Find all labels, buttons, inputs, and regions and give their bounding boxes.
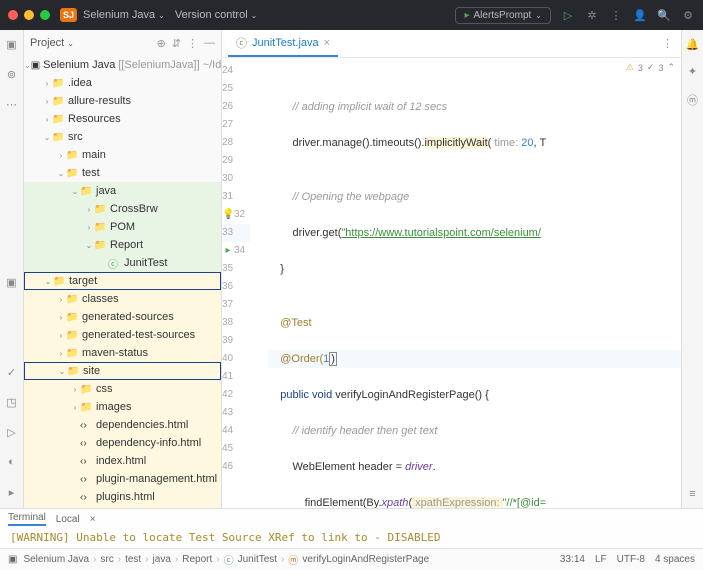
chevron-down-icon: ⌃ [667,62,675,73]
indent[interactable]: 4 spaces [655,554,695,565]
bulb-icon[interactable]: 💡 [222,206,234,224]
line-ending[interactable]: LF [595,554,607,565]
build-icon[interactable]: ◳ [4,394,20,410]
terminal-output[interactable]: [WARNING] Unable to locate Test Source X… [0,529,703,546]
tree-item[interactable]: ⌄📁java [24,182,221,200]
editor-tab[interactable]: ⓒ JunitTest.java × [228,31,338,57]
left-tool-strip: ▣ ⊚ ⋯ ▣ ✓ ◳ ▷ ◐ ▸ [0,30,24,508]
ai-icon[interactable]: ✦ [688,65,697,78]
chevron-down-icon: ⌄ [251,11,258,20]
project-dropdown[interactable]: Selenium Java⌄ [83,9,165,21]
tree-item[interactable]: ‹›dependency-info.html [24,434,221,452]
tab-options-icon[interactable]: ⋮ [662,37,673,50]
encoding[interactable]: UTF-8 [617,554,645,565]
code-area[interactable]: // adding implicit wait of 12 secs drive… [260,58,681,508]
tree-item[interactable]: ‹›project-info.html [24,506,221,508]
chevron-down-icon: ⌄ [535,11,542,20]
vcs-dropdown[interactable]: Version control⌄ [175,9,257,21]
gutter: 24 25 26 27 28 29 30 31 💡32 33 ▸34 35 36… [222,58,260,508]
terminal-tab[interactable]: Terminal [8,512,46,526]
options-icon[interactable]: ⋮ [187,37,198,50]
run-config[interactable]: ▸AlertsPrompt⌄ [455,7,551,24]
project-panel-header: Project ⌄ ⊕ ⇵ ⋮ — [24,30,221,56]
hide-icon[interactable]: — [204,37,215,50]
locate-icon[interactable]: ⊕ [157,37,166,50]
tree-item[interactable]: ›📁css [24,380,221,398]
editor: ⓒ JunitTest.java × ⋮ ⚠3 ✓3 ⌃ 24 25 26 27… [222,30,681,508]
tree-item[interactable]: ›📁POM [24,218,221,236]
tree-item[interactable]: ‹›dependencies.html [24,416,221,434]
more-tool-icon[interactable]: ⋯ [4,96,20,112]
commit-tool-icon[interactable]: ⊚ [4,66,20,82]
debug-tool-icon[interactable]: ◐ [4,454,20,470]
project-panel: Project ⌄ ⊕ ⇵ ⋮ — ⌄▣Selenium Java[[Selen… [24,30,222,508]
project-tool-icon[interactable]: ▣ [4,36,20,52]
user-icon[interactable]: 👤 [633,8,647,22]
tree-site[interactable]: ⌄📁site [24,362,221,380]
tree-item[interactable]: ‹›plugins.html [24,488,221,506]
breadcrumb[interactable]: Selenium Java› src› test› java› Report› … [23,552,429,567]
tree-item[interactable]: ›📁maven-status [24,344,221,362]
tree-item[interactable]: ›📁generated-sources [24,308,221,326]
notifications-icon[interactable]: 🔔 [686,38,700,51]
debug-icon[interactable]: ✲ [585,8,599,22]
search-icon[interactable]: 🔍 [657,8,671,22]
close-icon[interactable]: × [324,37,330,49]
minimize-icon[interactable] [24,10,34,20]
terminal-tab-local[interactable]: Local [56,514,80,525]
tree-root[interactable]: ⌄▣Selenium Java[[SeleniumJava]]~/IdeaPro… [24,56,221,74]
close-icon[interactable] [8,10,18,20]
tree-item[interactable]: ›📁CrossBrw [24,200,221,218]
tree-item[interactable]: ›📁Resources [24,110,221,128]
tree-item[interactable]: ›📁images [24,398,221,416]
tree-item[interactable]: ›📁main [24,146,221,164]
editor-tabs: ⓒ JunitTest.java × ⋮ [222,30,681,58]
project-tree: ⌄▣Selenium Java[[SeleniumJava]]~/IdeaPro… [24,56,221,508]
tree-item[interactable]: ›📁.idea [24,74,221,92]
window-controls [8,10,50,20]
close-icon[interactable]: × [90,514,96,525]
tree-item[interactable]: ›📁generated-test-sources [24,326,221,344]
tree-target[interactable]: ⌄📁target [24,272,221,290]
tree-item[interactable]: ›📁classes [24,290,221,308]
run-tool-icon[interactable]: ▷ [4,424,20,440]
run-gutter-icon[interactable]: ▸ [222,242,234,260]
db-icon[interactable]: ≡ [689,488,695,500]
settings-icon[interactable]: ⚙ [681,8,695,22]
right-tool-strip: 🔔 ✦ ⓜ ≡ [681,30,703,508]
titlebar: SJ Selenium Java⌄ Version control⌄ ▸Aler… [0,0,703,30]
file-icon: ⓒ [236,35,247,51]
tree-item[interactable]: ⌄📁test [24,164,221,182]
chevron-down-icon[interactable]: ⌄ [67,39,74,48]
chevron-down-icon: ⌄ [158,11,165,20]
tab-label: JunitTest.java [252,37,319,49]
expand-icon[interactable]: ⇵ [172,37,181,50]
terminal-panel: Terminal Local × [WARNING] Unable to loc… [0,508,703,548]
tree-item[interactable]: ›📁allure-results [24,92,221,110]
project-badge: SJ [60,8,77,22]
tree-item[interactable]: ⌄📁src [24,128,221,146]
tree-item[interactable]: ‹›index.html [24,452,221,470]
status-icon[interactable]: ▣ [8,554,17,565]
bookmarks-icon[interactable]: ✓ [4,364,20,380]
notifications-icon[interactable]: ▣ [4,274,20,290]
tree-item[interactable]: ⓒJunitTest [24,254,221,272]
maximize-icon[interactable] [40,10,50,20]
run-icon[interactable]: ▷ [561,8,575,22]
inspections-widget[interactable]: ⚠3 ✓3 ⌃ [626,62,675,73]
cursor-position[interactable]: 33:14 [560,554,585,565]
status-bar: ▣ Selenium Java› src› test› java› Report… [0,548,703,570]
maven-icon[interactable]: ⓜ [687,92,698,108]
more-icon[interactable]: ⋮ [609,8,623,22]
tree-item[interactable]: ‹›plugin-management.html [24,470,221,488]
tree-item[interactable]: ⌄📁Report [24,236,221,254]
project-panel-title[interactable]: Project [30,37,64,49]
terminal-tool-icon[interactable]: ▸ [4,484,20,500]
